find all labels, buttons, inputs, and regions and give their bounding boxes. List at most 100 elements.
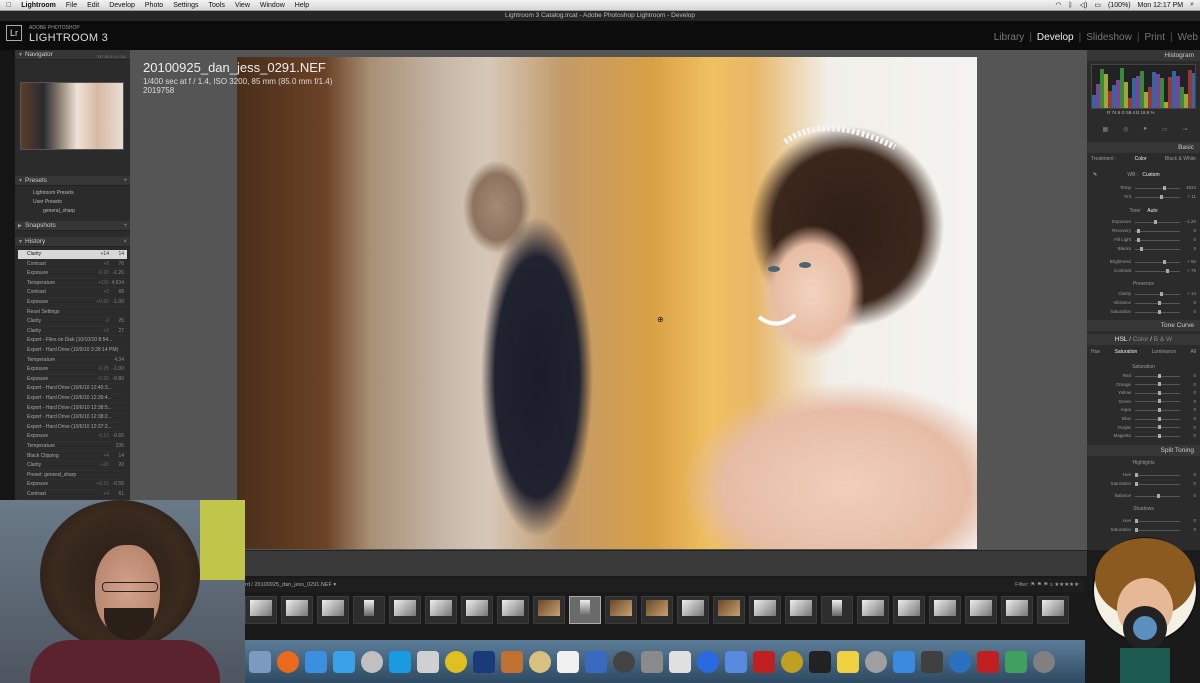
filmstrip-thumbnail[interactable]: [965, 596, 997, 624]
slider-track[interactable]: [1135, 293, 1180, 295]
filmstrip-thumbnail[interactable]: [461, 596, 493, 624]
filmstrip-source[interactable]: rd / 20100925_dan_jess_0291.NEF ▾: [245, 578, 336, 592]
filmstrip-thumbnail[interactable]: [353, 596, 385, 624]
history-row[interactable]: Contrast +8 76: [18, 260, 127, 270]
crop-tool-icon[interactable]: ▦: [1102, 126, 1108, 136]
slider-value[interactable]: 0: [1193, 424, 1196, 432]
tab-hsl[interactable]: HSL: [1115, 336, 1127, 343]
slider-row[interactable]: Blacks 5: [1091, 245, 1196, 253]
slider-knob[interactable]: [1157, 433, 1161, 438]
slider-value[interactable]: 0: [1193, 389, 1196, 397]
history-row[interactable]: Clarity -2 25: [18, 317, 127, 327]
slider-knob[interactable]: [1135, 518, 1138, 523]
slider-row[interactable]: Saturation 0: [1091, 308, 1196, 316]
guitar-icon[interactable]: [501, 650, 523, 673]
iphoto-icon[interactable]: [669, 650, 691, 673]
wb-value[interactable]: Custom: [1142, 172, 1159, 178]
slider-knob[interactable]: [1162, 185, 1166, 190]
slider-row[interactable]: Tint + 11: [1091, 193, 1196, 201]
camera-icon[interactable]: [613, 650, 635, 673]
subtab-hue[interactable]: Hue: [1091, 349, 1100, 355]
menu-photo[interactable]: Photo: [145, 2, 163, 9]
filmstrip-thumbnail[interactable]: [749, 596, 781, 624]
slider-value[interactable]: 0: [1193, 372, 1196, 380]
treatment-bw[interactable]: Black & White: [1165, 156, 1196, 162]
slider-row[interactable]: Saturation 0: [1091, 480, 1196, 488]
dropbox-icon[interactable]: [949, 650, 971, 673]
slider-value[interactable]: + 14: [1187, 290, 1196, 298]
history-row[interactable]: Export - Files on Disk (10/10/10 8:54...: [18, 336, 127, 346]
slider-value[interactable]: + 11: [1187, 193, 1196, 201]
filmstrip-thumbnail[interactable]: [569, 596, 601, 624]
filezilla-icon[interactable]: [977, 650, 999, 673]
slider-knob[interactable]: [1157, 416, 1161, 421]
twitter-icon[interactable]: [445, 650, 467, 673]
preset-folder-lightroom[interactable]: Lightroom Presets: [21, 189, 127, 197]
slider-row[interactable]: Hue 0: [1091, 471, 1196, 479]
module-library[interactable]: Library: [994, 32, 1025, 43]
bluetooth-icon[interactable]: ᛒ: [1068, 2, 1072, 9]
filmstrip-thumbnail[interactable]: [281, 596, 313, 624]
skype-icon[interactable]: [389, 650, 411, 673]
slider-value[interactable]: 0: [1193, 308, 1196, 316]
slider-knob[interactable]: [1157, 309, 1161, 314]
slider-value[interactable]: - 1.20: [1184, 218, 1196, 226]
slider-track[interactable]: [1135, 187, 1180, 189]
preset-folder-user[interactable]: User Presets: [21, 198, 127, 206]
module-print[interactable]: Print: [1144, 32, 1165, 43]
filmstrip-thumbnail[interactable]: [1001, 596, 1033, 624]
history-header[interactable]: ▼ History ×: [15, 237, 130, 247]
flag-filter-icon[interactable]: ⚑ ⚑ ⚑: [1030, 582, 1048, 588]
slider-knob[interactable]: [1157, 493, 1160, 498]
photo-icon[interactable]: [641, 650, 663, 673]
slider-knob[interactable]: [1157, 425, 1161, 430]
slider-value[interactable]: 0: [1193, 299, 1196, 307]
add-snapshot-icon[interactable]: +: [123, 221, 127, 231]
slider-track[interactable]: [1135, 261, 1180, 263]
slider-row[interactable]: Green 0: [1091, 398, 1196, 406]
histogram[interactable]: [1091, 64, 1196, 109]
slider-value[interactable]: 0: [1193, 432, 1196, 440]
firefox-icon[interactable]: [277, 650, 299, 673]
disk-icon[interactable]: [921, 650, 943, 673]
slider-row[interactable]: Clarity + 14: [1091, 290, 1196, 298]
history-row[interactable]: Export - Hard Drive (10/6/10 12:39:4...: [18, 394, 127, 404]
presets-header[interactable]: ▼ Presets +: [15, 176, 130, 186]
slider-knob[interactable]: [1139, 246, 1143, 251]
navigator-header[interactable]: ▼ Navigator FIT FILL 1:1 3:1: [15, 50, 130, 60]
history-row[interactable]: Contrast +2 68: [18, 288, 127, 298]
treatment-color[interactable]: Color: [1135, 156, 1147, 162]
subtab-saturation[interactable]: Saturation: [1115, 349, 1138, 355]
migration-icon[interactable]: [1005, 650, 1027, 673]
auto-tone-button[interactable]: Auto: [1147, 208, 1157, 214]
left-panel-edge[interactable]: [0, 50, 15, 500]
stickies-icon[interactable]: [837, 650, 859, 673]
snapshots-header[interactable]: ▶ Snapshots +: [15, 221, 130, 231]
menu-tools[interactable]: Tools: [208, 2, 224, 9]
compass-icon[interactable]: [361, 650, 383, 673]
red-eye-icon[interactable]: ●: [1143, 126, 1147, 136]
menu-lightroom[interactable]: Lightroom: [21, 2, 56, 9]
slider-row[interactable]: Balance 0: [1091, 492, 1196, 500]
slider-value[interactable]: 5: [1193, 245, 1196, 253]
pineapple-icon[interactable]: [781, 650, 803, 673]
settings-icon[interactable]: [1033, 650, 1055, 673]
slider-value[interactable]: 0: [1193, 381, 1196, 389]
safari-icon[interactable]: [893, 650, 915, 673]
filmstrip-thumbnail[interactable]: [677, 596, 709, 624]
slider-knob[interactable]: [1165, 268, 1169, 273]
clear-history-icon[interactable]: ×: [123, 237, 127, 247]
history-row[interactable]: Export - Hard Drive (10/6/10 12:38:2...: [18, 413, 127, 423]
history-row[interactable]: Exposure +0.60 -1.00: [18, 298, 127, 308]
slider-row[interactable]: Temp 4634: [1091, 184, 1196, 192]
slider-value[interactable]: 0: [1193, 471, 1196, 479]
spot-removal-icon[interactable]: ◎: [1123, 126, 1128, 136]
history-row[interactable]: Temperature 236: [18, 442, 127, 452]
filmstrip-thumbnail[interactable]: [533, 596, 565, 624]
slider-value[interactable]: 0: [1193, 227, 1196, 235]
menu-window[interactable]: Window: [260, 2, 285, 9]
filmstrip-thumbnail[interactable]: [821, 596, 853, 624]
menu-settings[interactable]: Settings: [173, 2, 198, 9]
filmstrip-thumbnail[interactable]: [317, 596, 349, 624]
history-row[interactable]: Temperature +136 4,634: [18, 279, 127, 289]
